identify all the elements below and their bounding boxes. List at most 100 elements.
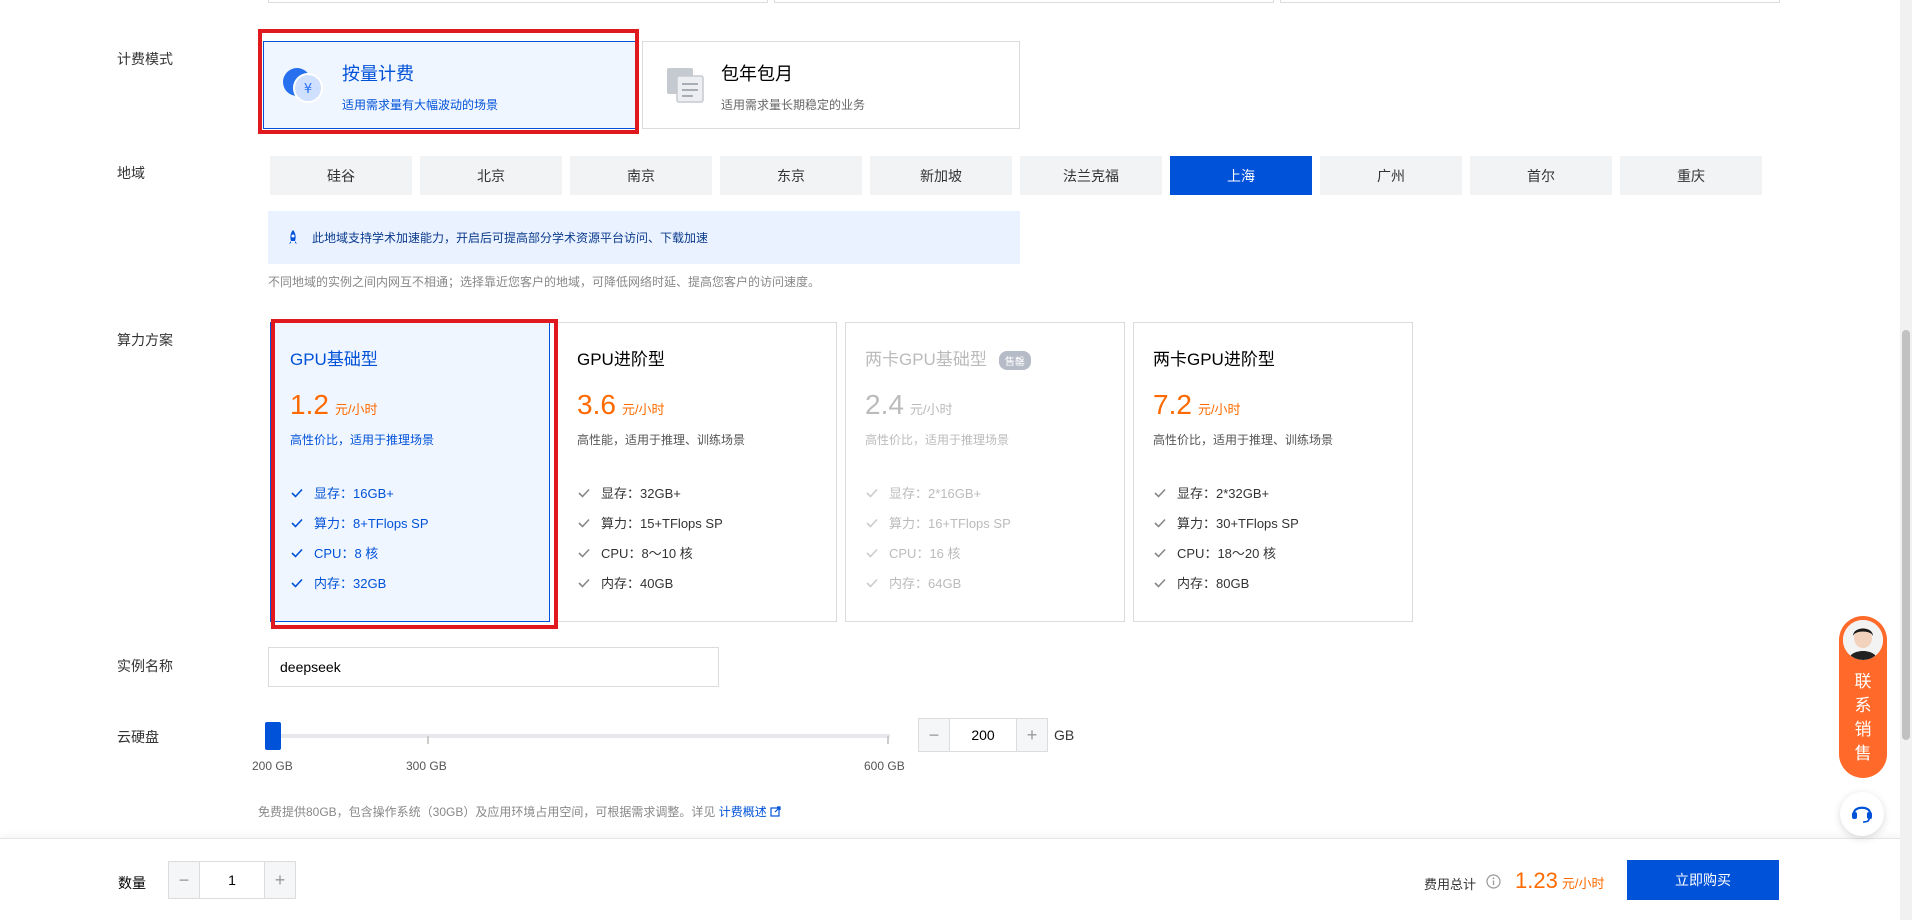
spec-memory: 内存：32GB	[290, 573, 386, 592]
plan-card-dual-gpu-advanced[interactable]: 两卡GPU进阶型 7.2 元/小时 高性价比，适用于推理、训练场景 显存：2*32…	[1133, 322, 1413, 622]
region-guigu[interactable]: 硅谷	[270, 156, 412, 195]
slider-mid-label: 300 GB	[406, 759, 447, 773]
tip-text: 此地域支持学术加速能力，开启后可提高部分学术资源平台访问、下载加速	[312, 231, 709, 245]
customer-service-button[interactable]	[1840, 792, 1884, 836]
quantity-value[interactable]: 1	[199, 862, 265, 898]
spec-memory: 内存：80GB	[1153, 573, 1249, 592]
prev-option-3	[1280, 0, 1780, 3]
sales-avatar	[1841, 618, 1885, 662]
instance-name-input[interactable]: deepseek	[268, 647, 719, 687]
slider-max-label: 600 GB	[864, 759, 905, 773]
disk-increment-button[interactable]: +	[1017, 719, 1047, 751]
region-note: 不同地域的实例之间内网互不相通；选择靠近您客户的地域，可降低网络时延、提高您客户…	[268, 275, 821, 289]
disk-slider-handle[interactable]	[265, 722, 281, 750]
region-beijing[interactable]: 北京	[420, 156, 562, 195]
prev-option-2	[774, 0, 1274, 3]
disk-slider-track[interactable]	[270, 734, 890, 738]
spec-compute: 算力：30+TFlops SP	[1153, 513, 1299, 532]
compute-plan-label: 算力方案	[117, 332, 173, 348]
plan-price: 2.4 元/小时	[865, 389, 953, 420]
external-link-icon[interactable]	[770, 806, 781, 820]
quantity-decrement-button[interactable]: −	[169, 862, 199, 898]
check-icon	[1154, 548, 1166, 558]
spec-cpu: CPU：18～20 核	[1153, 543, 1276, 562]
total-label: 费用总计	[1424, 877, 1477, 892]
check-icon	[578, 548, 590, 558]
region-singapore[interactable]: 新加坡	[870, 156, 1012, 195]
plan-card-gpu-basic[interactable]: GPU基础型 1.2 元/小时 高性价比，适用于推理场景 显存：16GB+ 算力：…	[270, 322, 550, 622]
cloud-disk-label: 云硬盘	[117, 729, 159, 745]
plan-card-dual-gpu-basic: 两卡GPU基础型 售罄 2.4 元/小时 高性价比，适用于推理场景 显存：2*16G…	[845, 322, 1125, 622]
check-icon	[1154, 578, 1166, 588]
check-icon	[291, 518, 303, 528]
check-icon	[1154, 518, 1166, 528]
check-icon	[1154, 488, 1166, 498]
calendar-icon	[665, 64, 707, 109]
plan-name: 两卡GPU基础型 售罄	[865, 345, 1031, 371]
plan-desc: 高性价比，适用于推理、训练场景	[1153, 433, 1334, 447]
billing-option-subscription[interactable]: 包年包月 适用需求量长期稳定的业务	[642, 41, 1020, 129]
billing-subtitle: 适用需求量有大幅波动的场景	[342, 98, 499, 112]
billing-subtitle: 适用需求量长期稳定的业务	[721, 98, 866, 112]
region-seoul[interactable]: 首尔	[1470, 156, 1612, 195]
disk-unit: GB	[1054, 727, 1075, 743]
spec-memory: 内存：64GB	[865, 573, 961, 592]
scrollbar-thumb[interactable]	[1902, 330, 1910, 740]
region-nanjing[interactable]: 南京	[570, 156, 712, 195]
check-icon	[866, 548, 878, 558]
billing-option-pay-as-you-go[interactable]: ¥ 按量计费 适用需求量有大幅波动的场景	[263, 41, 636, 129]
region-guangzhou[interactable]: 广州	[1320, 156, 1462, 195]
spec-memory: 内存：40GB	[577, 573, 673, 592]
total-price: 1.23 元/小时	[1515, 868, 1605, 893]
spec-vram: 显存：2*16GB+	[865, 483, 981, 502]
plan-price: 3.6 元/小时	[577, 389, 665, 420]
plan-price: 1.2 元/小时	[290, 389, 378, 420]
quantity-stepper[interactable]: − 1 +	[168, 861, 296, 899]
rocket-icon	[286, 229, 300, 247]
slider-tick	[887, 736, 889, 744]
spec-cpu: CPU：8 核	[290, 543, 378, 562]
disk-note: 免费提供80GB，包含操作系统（30GB）及应用环境占用空间，可根据需求调整。详…	[258, 803, 781, 820]
prev-option-1	[268, 0, 768, 3]
sold-out-badge: 售罄	[998, 351, 1031, 371]
check-icon	[866, 518, 878, 528]
plan-desc: 高性能，适用于推理、训练场景	[577, 433, 746, 447]
spec-vram: 显存：16GB+	[290, 483, 394, 502]
region-shanghai[interactable]: 上海	[1170, 156, 1312, 195]
spec-compute: 算力：16+TFlops SP	[865, 513, 1011, 532]
svg-text:¥: ¥	[304, 82, 312, 97]
region-tokyo[interactable]: 东京	[720, 156, 862, 195]
region-frankfurt[interactable]: 法兰克福	[1020, 156, 1162, 195]
check-icon	[291, 578, 303, 588]
spec-cpu: CPU：8～10 核	[577, 543, 693, 562]
slider-min-label: 200 GB	[252, 759, 293, 773]
check-icon	[578, 578, 590, 588]
buy-now-button[interactable]: 立即购买	[1627, 860, 1779, 900]
billing-mode-label: 计费模式	[117, 51, 173, 67]
plan-card-gpu-advanced[interactable]: GPU进阶型 3.6 元/小时 高性能，适用于推理、训练场景 显存：32GB+ 算…	[557, 322, 837, 622]
plan-price: 7.2 元/小时	[1153, 389, 1241, 420]
check-icon	[291, 488, 303, 498]
check-icon	[866, 578, 878, 588]
plan-name: 两卡GPU进阶型	[1153, 350, 1275, 369]
disk-size-stepper[interactable]: − 200 +	[918, 718, 1048, 752]
check-icon	[291, 548, 303, 558]
billing-title: 包年包月	[721, 64, 793, 84]
plan-name: GPU基础型	[290, 350, 378, 369]
contact-sales-text[interactable]: 联系销售	[1839, 670, 1887, 766]
spec-compute: 算力：8+TFlops SP	[290, 513, 429, 532]
disk-size-value[interactable]: 200	[949, 719, 1017, 751]
quantity-label: 数量	[118, 875, 146, 891]
quantity-increment-button[interactable]: +	[265, 862, 295, 898]
plan-desc: 高性价比，适用于推理场景	[290, 433, 435, 447]
disk-decrement-button[interactable]: −	[919, 719, 949, 751]
check-icon	[866, 488, 878, 498]
billing-title: 按量计费	[342, 64, 414, 84]
billing-overview-link[interactable]: 计费概述	[719, 805, 767, 819]
region-chongqing[interactable]: 重庆	[1620, 156, 1762, 195]
spec-compute: 算力：15+TFlops SP	[577, 513, 723, 532]
info-icon[interactable]	[1486, 874, 1501, 894]
region-label: 地域	[117, 165, 145, 181]
spec-vram: 显存：2*32GB+	[1153, 483, 1269, 502]
spec-vram: 显存：32GB+	[577, 483, 681, 502]
